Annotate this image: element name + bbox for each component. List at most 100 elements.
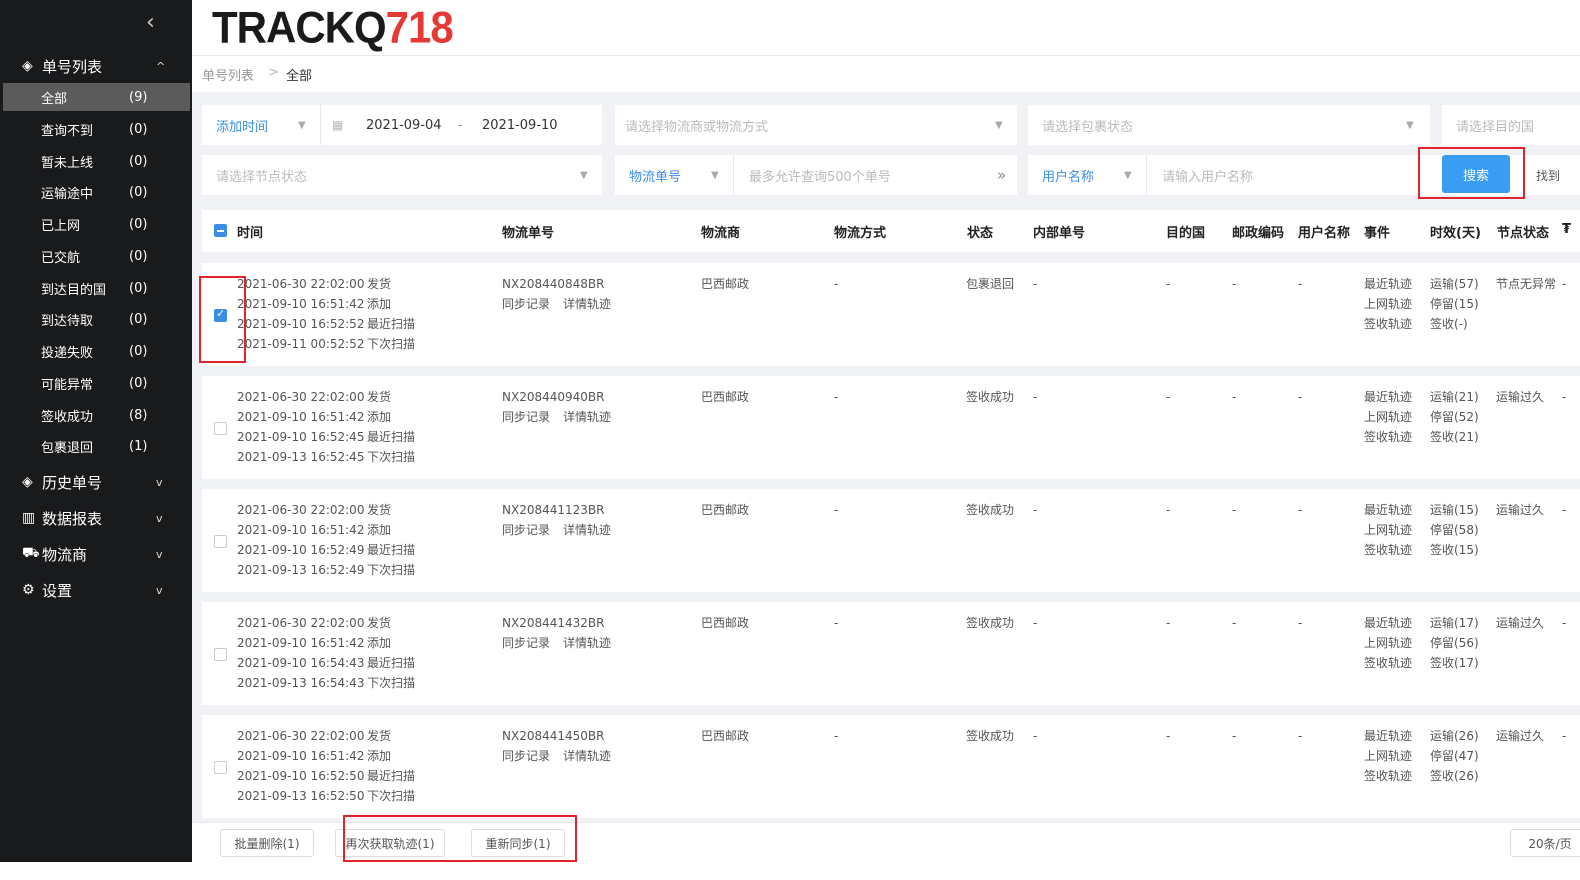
timestamp-label: 最近扫描 bbox=[367, 430, 416, 444]
aging-value: 签收(21) bbox=[1430, 430, 1479, 444]
column-header: 时效(天) bbox=[1430, 226, 1481, 241]
section-carriers[interactable]: ⛟ 物流商 v bbox=[0, 539, 192, 569]
extra-column: - bbox=[1562, 616, 1567, 630]
carrier-link[interactable]: 巴西邮政 bbox=[701, 500, 749, 520]
chevron-down-icon: v bbox=[156, 547, 163, 561]
sidebar-item-awaiting-pickup[interactable]: 到达待取 (0) bbox=[3, 305, 190, 333]
sidebar-item-handed-over[interactable]: 已交航 (0) bbox=[3, 242, 190, 270]
sidebar-item-arrived-destination[interactable]: 到达目的国 (0) bbox=[3, 274, 190, 302]
event-link[interactable]: 最近轨迹 bbox=[1364, 387, 1412, 407]
sidebar-item-in-transit[interactable]: 运输途中 (0) bbox=[3, 178, 190, 206]
number-input[interactable]: 最多允许查询500个单号 bbox=[749, 166, 891, 185]
timestamp-label: 下次扫描 bbox=[367, 563, 416, 577]
node-status-select[interactable]: 请选择节点状态 ▼ bbox=[202, 155, 602, 195]
row-checkbox[interactable] bbox=[214, 761, 227, 774]
sidebar-item-not-online[interactable]: 暂未上线 (0) bbox=[3, 147, 190, 175]
sync-record-link[interactable]: 同步记录 bbox=[502, 633, 550, 653]
detail-track-link[interactable]: 详情轨迹 bbox=[563, 407, 611, 427]
date-start-input[interactable]: 2021-09-04 bbox=[366, 118, 442, 133]
row-checkbox[interactable] bbox=[214, 422, 227, 435]
date-end-input[interactable]: 2021-09-10 bbox=[482, 118, 558, 133]
sidebar-item-delivery-failed[interactable]: 投递失败 (0) bbox=[3, 337, 190, 365]
event-link[interactable]: 上网轨迹 bbox=[1364, 633, 1412, 653]
breadcrumb-root[interactable]: 单号列表 bbox=[202, 65, 254, 84]
package-status-select[interactable]: 请选择包裹状态 ▼ bbox=[1028, 105, 1430, 145]
section-reports[interactable]: ▥ 数据报表 v bbox=[0, 503, 192, 533]
detail-track-link[interactable]: 详情轨迹 bbox=[563, 746, 611, 766]
time-type-select[interactable]: 添加时间 bbox=[216, 116, 268, 135]
expand-icon[interactable]: » bbox=[997, 166, 1006, 184]
divider bbox=[1146, 155, 1147, 195]
row-checkbox[interactable] bbox=[214, 648, 227, 661]
breadcrumb-current: 全部 bbox=[286, 69, 313, 84]
event-link[interactable]: 签收轨迹 bbox=[1364, 314, 1412, 334]
extra-column: - bbox=[1562, 503, 1567, 517]
chevron-down-icon: v bbox=[156, 511, 163, 525]
carrier-link[interactable]: 巴西邮政 bbox=[701, 387, 749, 407]
select-all-checkbox[interactable] bbox=[214, 224, 227, 237]
sidebar-item-all[interactable]: 全部 (9) bbox=[3, 83, 190, 111]
section-history[interactable]: ◈ 历史单号 v bbox=[0, 467, 192, 497]
sync-record-link[interactable]: 同步记录 bbox=[502, 746, 550, 766]
node-status-placeholder: 请选择节点状态 bbox=[216, 169, 308, 185]
event-link[interactable]: 最近轨迹 bbox=[1364, 500, 1412, 520]
row-checkbox[interactable] bbox=[214, 535, 227, 548]
sync-record-link[interactable]: 同步记录 bbox=[502, 407, 550, 427]
aging-value: 运输(57) bbox=[1430, 277, 1479, 291]
event-link[interactable]: 签收轨迹 bbox=[1364, 540, 1412, 560]
section-tracking-list[interactable]: ◈ 单号列表 ^ bbox=[0, 51, 192, 81]
collapse-sidebar-icon[interactable]: ‹ bbox=[146, 10, 155, 35]
event-link[interactable]: 最近轨迹 bbox=[1364, 726, 1412, 746]
destination: - bbox=[1166, 390, 1171, 404]
event-link[interactable]: 上网轨迹 bbox=[1364, 520, 1412, 540]
page-size-select[interactable]: 20条/页 bbox=[1510, 829, 1580, 857]
detail-track-link[interactable]: 详情轨迹 bbox=[563, 633, 611, 653]
sidebar-item-returned[interactable]: 包裹退回 (1) bbox=[3, 432, 190, 460]
sync-record-link[interactable]: 同步记录 bbox=[502, 294, 550, 314]
table-row: 2021-06-30 22:02:00 发货 2021-09-10 16:51:42… bbox=[202, 489, 1580, 592]
aging-value: 停留(15) bbox=[1430, 297, 1479, 311]
event-link[interactable]: 最近轨迹 bbox=[1364, 274, 1412, 294]
event-link[interactable]: 签收轨迹 bbox=[1364, 427, 1412, 447]
timestamp: 2021-09-13 16:52:49 bbox=[237, 563, 365, 577]
chevron-down-icon: v bbox=[156, 583, 163, 597]
sidebar-item-not-found[interactable]: 查询不到 (0) bbox=[3, 115, 190, 143]
event-link[interactable]: 上网轨迹 bbox=[1364, 294, 1412, 314]
user-name-input[interactable]: 请输入用户名称 bbox=[1162, 166, 1253, 185]
logo-text: TRACKQ bbox=[212, 2, 387, 53]
postal-code: - bbox=[1232, 277, 1237, 291]
batch-delete-button[interactable]: 批量删除(1) bbox=[220, 829, 314, 857]
sidebar-item-possible-exception[interactable]: 可能异常 (0) bbox=[3, 369, 190, 397]
number-type-select[interactable]: 物流单号 bbox=[629, 166, 681, 185]
sidebar-item-label: 到达待取 bbox=[41, 313, 94, 329]
node-status: 运输过久 bbox=[1496, 390, 1545, 404]
column-header: 内部单号 bbox=[1033, 226, 1086, 241]
aging-value: 停留(58) bbox=[1430, 523, 1479, 537]
internal-number: - bbox=[1033, 503, 1038, 517]
chevron-down-icon: ▼ bbox=[1124, 169, 1132, 181]
carrier-link[interactable]: 巴西邮政 bbox=[701, 613, 749, 633]
timestamp: 2021-09-10 16:51:42 bbox=[237, 523, 365, 537]
event-link[interactable]: 最近轨迹 bbox=[1364, 613, 1412, 633]
event-link[interactable]: 上网轨迹 bbox=[1364, 407, 1412, 427]
sidebar-item-online[interactable]: 已上网 (0) bbox=[3, 210, 190, 238]
sidebar-item-delivered[interactable]: 签收成功 (8) bbox=[3, 401, 190, 429]
timestamp-label: 下次扫描 bbox=[367, 789, 416, 803]
sync-record-link[interactable]: 同步记录 bbox=[502, 520, 550, 540]
event-link[interactable]: 签收轨迹 bbox=[1364, 653, 1412, 673]
carrier-select[interactable]: 请选择物流商或物流方式 ▼ bbox=[615, 105, 1017, 145]
section-settings[interactable]: ⚙ 设置 v bbox=[0, 575, 192, 605]
carrier-link[interactable]: 巴西邮政 bbox=[701, 274, 749, 294]
detail-track-link[interactable]: 详情轨迹 bbox=[563, 294, 611, 314]
extra-column: - bbox=[1562, 277, 1567, 291]
highlight-box bbox=[199, 276, 246, 363]
carrier-link[interactable]: 巴西邮政 bbox=[701, 726, 749, 746]
event-link[interactable]: 上网轨迹 bbox=[1364, 746, 1412, 766]
user-type-select[interactable]: 用户名称 bbox=[1042, 166, 1094, 185]
event-link[interactable]: 签收轨迹 bbox=[1364, 766, 1412, 786]
sidebar-item-label: 包裹退回 bbox=[41, 440, 94, 456]
destination-select[interactable]: 请选择目的国 bbox=[1442, 105, 1580, 145]
breadcrumb: 单号列表 > 全部 bbox=[192, 56, 1580, 92]
detail-track-link[interactable]: 详情轨迹 bbox=[563, 520, 611, 540]
user-filter-group: 用户名称 ▼ 请输入用户名称 bbox=[1028, 155, 1418, 195]
